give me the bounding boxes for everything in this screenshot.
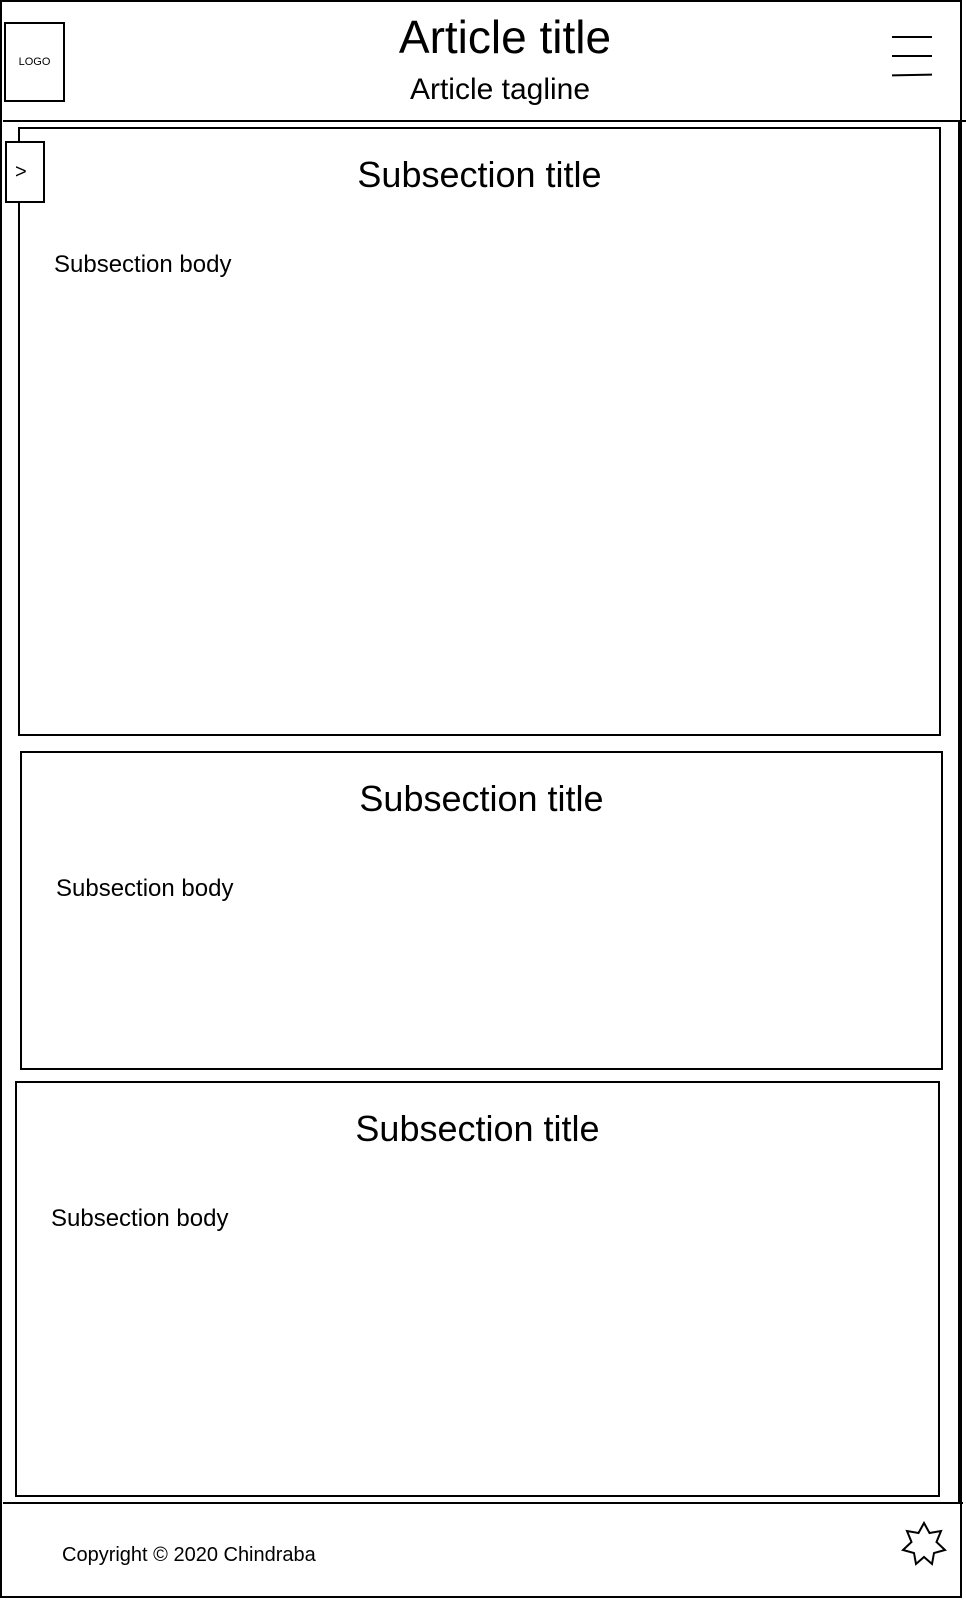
menu-line-middle: [892, 55, 932, 57]
menu-line-top: [892, 36, 932, 38]
article-title: Article title: [398, 11, 612, 63]
logo-label: LOGO: [18, 56, 51, 68]
article-tagline: Article tagline: [409, 73, 591, 106]
subsection-title: Subsection title: [359, 778, 604, 819]
copyright-text: Copyright © 2020 Chindraba: [62, 1544, 316, 1566]
star-icon-shape: [901, 1521, 947, 1566]
subsection-title: Subsection title: [355, 1108, 600, 1149]
logo[interactable]: LOGO: [4, 22, 65, 102]
hamburger-menu-icon[interactable]: [888, 30, 933, 80]
star-icon[interactable]: [901, 1521, 947, 1567]
subsection-title: Subsection title: [357, 154, 602, 195]
sidebar-toggle-button[interactable]: >: [5, 141, 45, 203]
subsection-body: Subsection body: [56, 875, 234, 902]
menu-line-bottom: [891, 73, 933, 77]
subsection-body: Subsection body: [54, 251, 232, 278]
subsection-card-1: Subsection title Subsection body: [18, 127, 941, 736]
subsection-body: Subsection body: [51, 1205, 229, 1232]
content-right-border: [958, 122, 960, 1502]
header-divider: [3, 120, 966, 122]
subsection-card-2: Subsection title Subsection body: [20, 751, 943, 1070]
footer-divider: [3, 1502, 963, 1504]
subsection-card-3: Subsection title Subsection body: [15, 1081, 940, 1497]
